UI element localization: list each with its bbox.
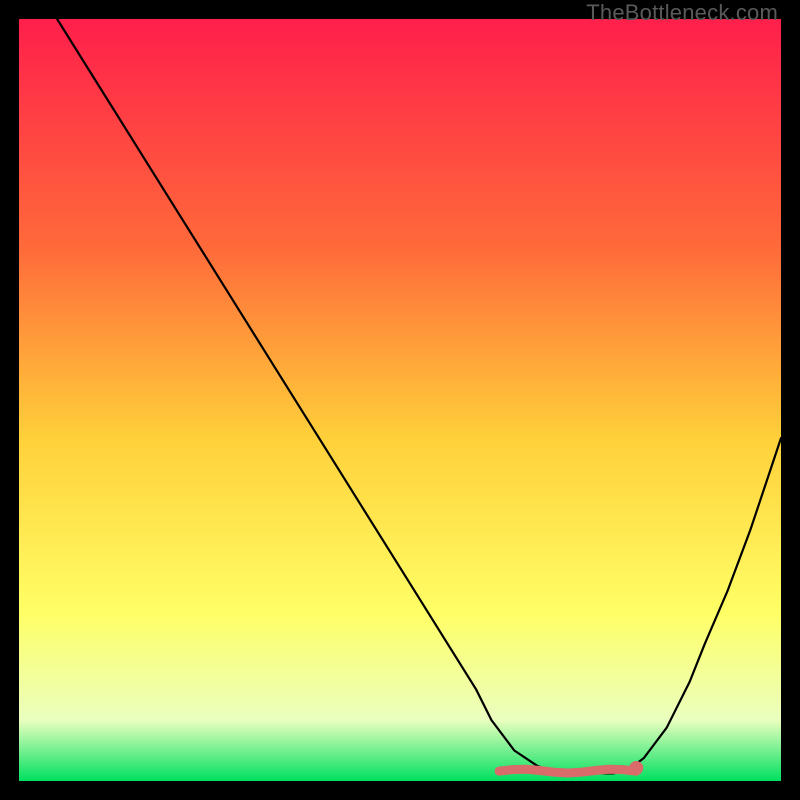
optimal-range-marker: [499, 769, 636, 773]
watermark-text: TheBottleneck.com: [586, 0, 778, 26]
chart-frame: [19, 19, 781, 781]
gradient-background: [19, 19, 781, 781]
current-config-marker: [629, 761, 643, 775]
bottleneck-chart: [19, 19, 781, 781]
